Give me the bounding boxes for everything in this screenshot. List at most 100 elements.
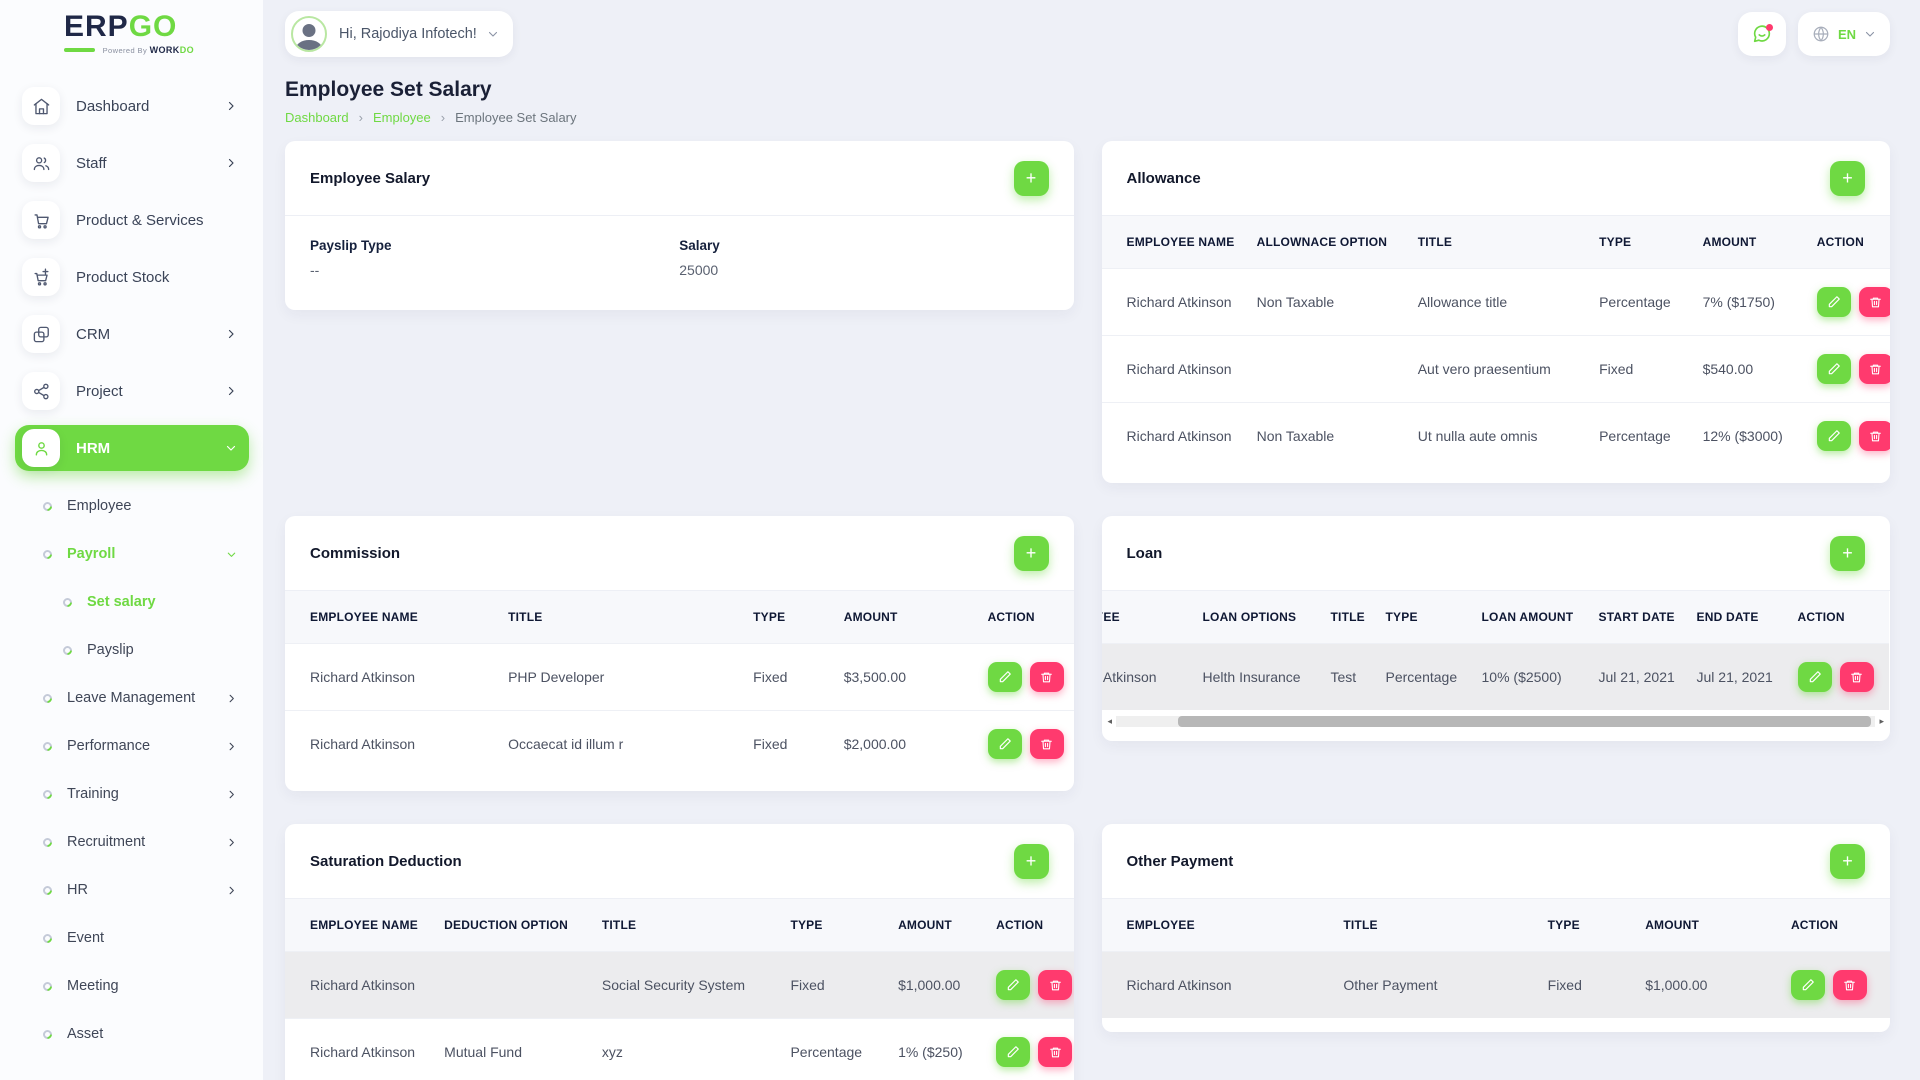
- chevron-down-icon: [226, 549, 237, 560]
- card-title: Other Payment: [1127, 853, 1234, 870]
- scroll-right-arrow[interactable]: ▸: [1877, 715, 1886, 727]
- scroll-left-arrow[interactable]: ◂: [1106, 715, 1115, 727]
- card-title: Saturation Deduction: [310, 853, 462, 870]
- delete-button[interactable]: [1030, 729, 1064, 759]
- sidebar-subitem-hr[interactable]: HR: [0, 866, 263, 914]
- bullet-icon: [61, 644, 74, 657]
- cell-employee-name: Richard Atkinson: [1102, 952, 1334, 1019]
- pencil-icon: [1827, 295, 1841, 309]
- action-cell: [1788, 644, 1889, 711]
- cell-title: xyz: [592, 1019, 781, 1080]
- sidebar-subitem-employee[interactable]: Employee: [0, 482, 263, 530]
- pencil-icon: [1801, 978, 1815, 992]
- cell-title: Ut nulla aute omnis: [1408, 403, 1589, 470]
- delete-button[interactable]: [1030, 662, 1064, 692]
- bullet-icon: [41, 788, 54, 801]
- notification-dot: [1766, 24, 1773, 31]
- sidebar-subitem-leave-management[interactable]: Leave Management: [0, 674, 263, 722]
- commission-card: Commission + EMPLOYEE NAME TITLE TYPE AM…: [285, 516, 1074, 791]
- employee-salary-card: Employee Salary + Payslip Type -- Salary…: [285, 141, 1074, 310]
- edit-button[interactable]: [988, 662, 1022, 692]
- add-salary-button[interactable]: +: [1014, 161, 1049, 196]
- add-loan-button[interactable]: +: [1830, 536, 1865, 571]
- sidebar-item-product-stock[interactable]: Product Stock: [15, 254, 249, 300]
- delete-button[interactable]: [1840, 662, 1874, 692]
- add-deduction-button[interactable]: +: [1014, 844, 1049, 879]
- column-header: TYPE: [743, 591, 834, 644]
- scrollbar-track[interactable]: [1116, 716, 1875, 727]
- scrollbar-thumb[interactable]: [1178, 716, 1871, 727]
- cell-employee-name: Richard Atkinson: [1102, 644, 1193, 711]
- edit-button[interactable]: [996, 970, 1030, 1000]
- sidebar-item-crm[interactable]: CRM: [15, 311, 249, 357]
- sidebar-subitem-meeting[interactable]: Meeting: [0, 962, 263, 1010]
- cell-amount: $3,500.00: [834, 644, 978, 711]
- messages-button[interactable]: [1738, 12, 1786, 56]
- sidebar-item-staff[interactable]: Staff: [15, 140, 249, 186]
- sidebar-subitem-label: Asset: [67, 1026, 103, 1042]
- sidebar-item-project[interactable]: Project: [15, 368, 249, 414]
- edit-button[interactable]: [1817, 354, 1851, 384]
- sidebar-subitem-performance[interactable]: Performance: [0, 722, 263, 770]
- payslip-type-value: --: [310, 262, 679, 278]
- column-header: TITLE: [1321, 591, 1376, 644]
- trash-icon: [1869, 430, 1882, 443]
- trash-icon: [1040, 671, 1053, 684]
- sidebar-subitem-asset[interactable]: Asset: [0, 1010, 263, 1058]
- delete-button[interactable]: [1038, 1037, 1072, 1067]
- action-cell: [978, 711, 1074, 778]
- saturation-deduction-card: Saturation Deduction + EMPLOYEE NAME DED…: [285, 824, 1074, 1080]
- sidebar-subitem-event[interactable]: Event: [0, 914, 263, 962]
- cell-allowance-option: Non Taxable: [1247, 269, 1408, 336]
- cell-title: Social Security System: [592, 952, 781, 1019]
- chevron-down-icon: [1864, 28, 1876, 40]
- breadcrumb-dashboard-link[interactable]: Dashboard: [285, 110, 349, 125]
- delete-button[interactable]: [1038, 970, 1072, 1000]
- edit-button[interactable]: [988, 729, 1022, 759]
- sidebar-subitem-training[interactable]: Training: [0, 770, 263, 818]
- edit-button[interactable]: [1817, 287, 1851, 317]
- chevron-right-icon: [226, 741, 237, 752]
- sidebar-item-hrm[interactable]: HRM: [15, 425, 249, 471]
- cell-title: Other Payment: [1333, 952, 1537, 1019]
- cell-employee-name: Richard Atkinson: [1102, 403, 1247, 470]
- sidebar-item-dashboard[interactable]: Dashboard: [15, 83, 249, 129]
- chevron-down-icon: [225, 442, 237, 454]
- sidebar-subitem-set-salary[interactable]: Set salary: [0, 578, 263, 626]
- add-other-payment-button[interactable]: +: [1830, 844, 1865, 879]
- chevron-right-icon: [225, 100, 237, 112]
- delete-button[interactable]: [1859, 421, 1890, 451]
- edit-button[interactable]: [1817, 421, 1851, 451]
- salary-label: Salary: [679, 238, 1048, 253]
- card-title: Commission: [310, 545, 400, 562]
- add-allowance-button[interactable]: +: [1830, 161, 1865, 196]
- user-menu[interactable]: Hi, Rajodiya Infotech!: [285, 11, 513, 57]
- table-row: Richard Atkinson Aut vero praesentium Fi…: [1102, 336, 1891, 403]
- sidebar: ERPGO Powered By WORKDO Dashboard Staff …: [0, 0, 263, 1080]
- sidebar-subitem-label: Leave Management: [67, 690, 195, 706]
- add-commission-button[interactable]: +: [1014, 536, 1049, 571]
- table-row: Richard Atkinson Non Taxable Allowance t…: [1102, 269, 1891, 336]
- edit-button[interactable]: [1798, 662, 1832, 692]
- delete-button[interactable]: [1859, 287, 1890, 317]
- sidebar-subitem-payroll[interactable]: Payroll: [0, 530, 263, 578]
- bullet-icon: [41, 548, 54, 561]
- sidebar-subitem-recruitment[interactable]: Recruitment: [0, 818, 263, 866]
- delete-button[interactable]: [1833, 970, 1867, 1000]
- column-header: ACTION: [1781, 899, 1890, 952]
- edit-button[interactable]: [996, 1037, 1030, 1067]
- sidebar-subitem-payslip[interactable]: Payslip: [0, 626, 263, 674]
- allowance-card: Allowance + EMPLOYEE NAME ALLOWNACE OPTI…: [1102, 141, 1891, 483]
- column-header: EMPLOYEE: [1102, 591, 1193, 644]
- breadcrumb-employee-link[interactable]: Employee: [373, 110, 431, 125]
- table-header-row: EMPLOYEE NAME TITLE TYPE AMOUNT ACTION: [285, 591, 1074, 644]
- cell-employee-name: Richard Atkinson: [285, 644, 498, 711]
- trash-icon: [1049, 1046, 1062, 1059]
- language-selector[interactable]: EN: [1798, 12, 1890, 56]
- cell-amount: 12% ($3000): [1693, 403, 1807, 470]
- commission-table: EMPLOYEE NAME TITLE TYPE AMOUNT ACTION R…: [285, 591, 1074, 777]
- sidebar-item-product-services[interactable]: Product & Services: [15, 197, 249, 243]
- edit-button[interactable]: [1791, 970, 1825, 1000]
- delete-button[interactable]: [1859, 354, 1890, 384]
- column-header: AMOUNT: [888, 899, 986, 952]
